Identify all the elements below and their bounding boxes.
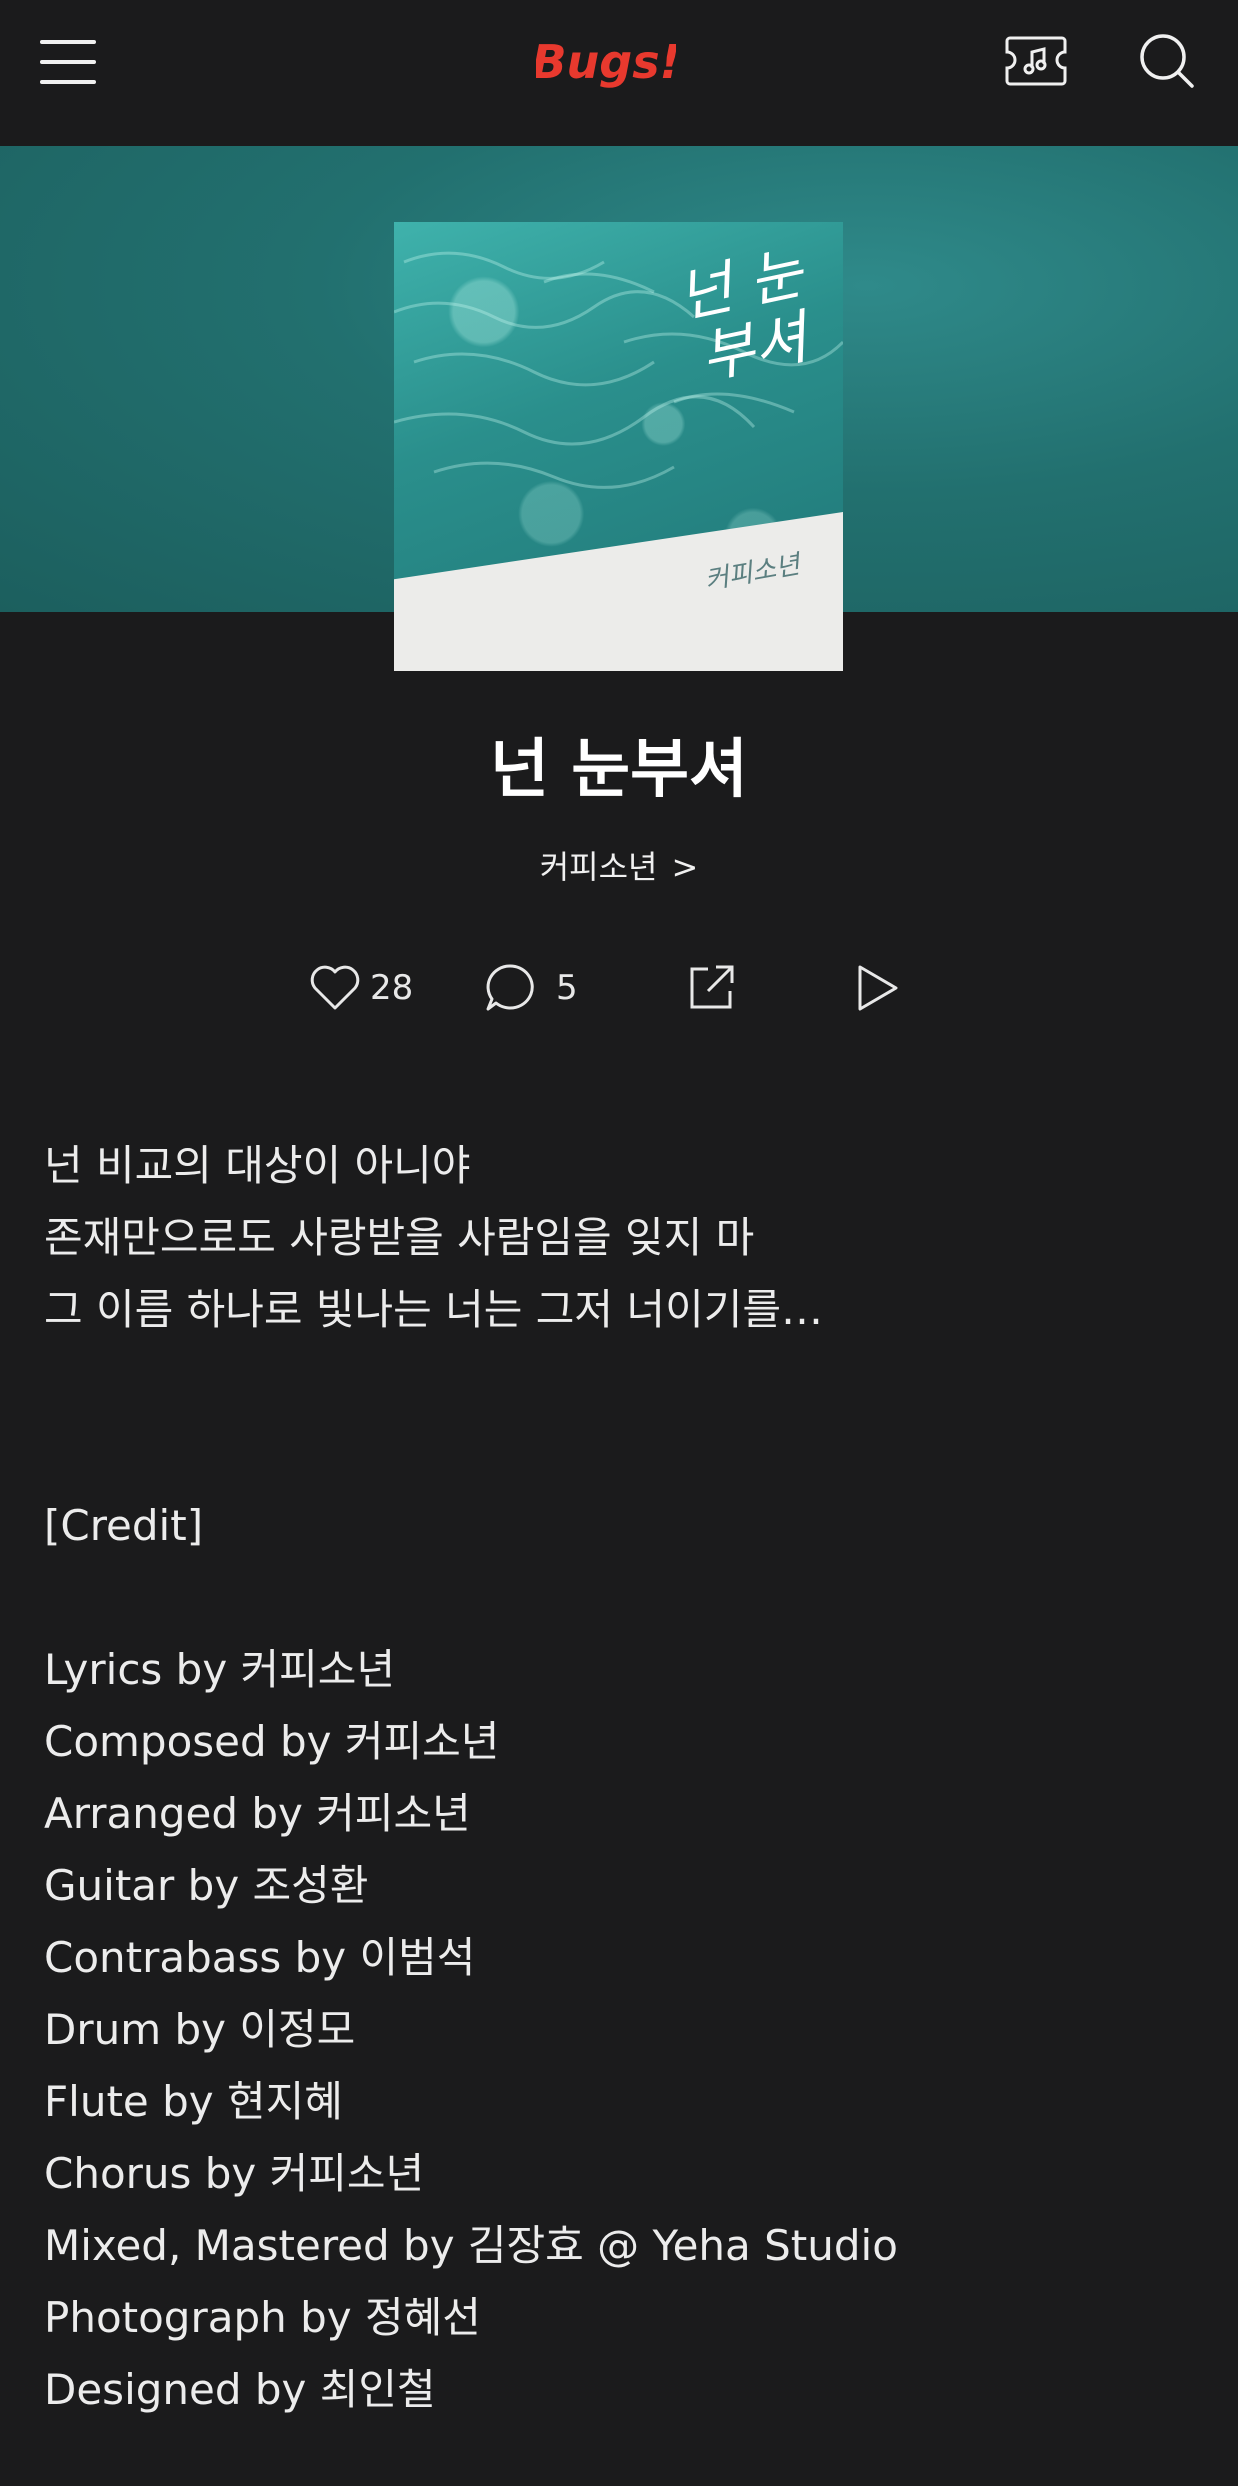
credit-line: Drum by 이정모 — [44, 2005, 356, 2054]
comment-button[interactable]: 5 — [484, 956, 578, 1020]
credits-list: Lyrics by 커피소년 Composed by 커피소년 Arranged… — [44, 1634, 1194, 2426]
speech-bubble-icon — [486, 964, 534, 1011]
credit-line: Guitar by 조성환 — [44, 1861, 369, 1910]
credit-line: Mixed, Mastered by 김장효 @ Yeha Studio — [44, 2221, 898, 2270]
credit-line: Designed by 최인철 — [44, 2365, 436, 2414]
credit-line: Photograph by 정혜선 — [44, 2293, 481, 2342]
lyrics-line: 넌 비교의 대상이 아니야 — [44, 1141, 471, 1190]
credit-line: Contrabass by 이범석 — [44, 1933, 476, 1982]
action-bar: 28 5 — [0, 956, 1238, 1020]
credit-line: Arranged by 커피소년 — [44, 1789, 471, 1838]
menu-button[interactable] — [40, 40, 96, 84]
artist-link[interactable]: 커피소년 > — [0, 842, 1238, 888]
credit-line: Lyrics by 커피소년 — [44, 1645, 396, 1694]
lyrics-line: 존재만으로도 사랑받을 사람임을 잊지 마 — [44, 1213, 755, 1262]
share-button[interactable] — [686, 956, 736, 1020]
credit-line: Chorus by 커피소년 — [44, 2149, 425, 2198]
album-cover[interactable]: 넌 눈부셔 커피소년 — [394, 222, 843, 671]
play-button[interactable] — [852, 956, 902, 1020]
like-count: 28 — [370, 968, 414, 1008]
music-ticket-icon — [1005, 36, 1067, 86]
search-button[interactable] — [1138, 32, 1196, 90]
chevron-right-icon: > — [671, 848, 699, 886]
credit-heading: [Credit] — [44, 1501, 204, 1550]
credit-line: Flute by 현지혜 — [44, 2077, 343, 2126]
lyrics-preview: 넌 비교의 대상이 아니야 존재만으로도 사랑받을 사람임을 잊지 마 그 이름… — [44, 1130, 1194, 1346]
artist-name: 커피소년 — [539, 848, 658, 886]
bugs-logo[interactable]: Bugs! — [531, 28, 680, 98]
hamburger-icon-line — [40, 80, 96, 84]
play-icon — [858, 965, 898, 1011]
heart-icon — [310, 965, 360, 1010]
svg-text:Bugs!: Bugs! — [536, 35, 676, 89]
music-ticket-button[interactable] — [1004, 34, 1068, 88]
hamburger-icon — [40, 40, 96, 44]
bugs-logo-icon: Bugs! — [531, 35, 680, 89]
search-icon — [1140, 34, 1194, 88]
top-bar: Bugs! — [0, 0, 1238, 146]
credit-line: Composed by 커피소년 — [44, 1717, 500, 1766]
lyrics-line: 그 이름 하나로 빛나는 너는 그저 너이기를… — [44, 1285, 823, 1334]
comment-count: 5 — [556, 968, 578, 1008]
like-button[interactable]: 28 — [308, 956, 413, 1020]
share-icon — [690, 965, 734, 1009]
song-title: 넌 눈부셔 — [490, 733, 748, 807]
hamburger-icon-line — [40, 60, 96, 64]
